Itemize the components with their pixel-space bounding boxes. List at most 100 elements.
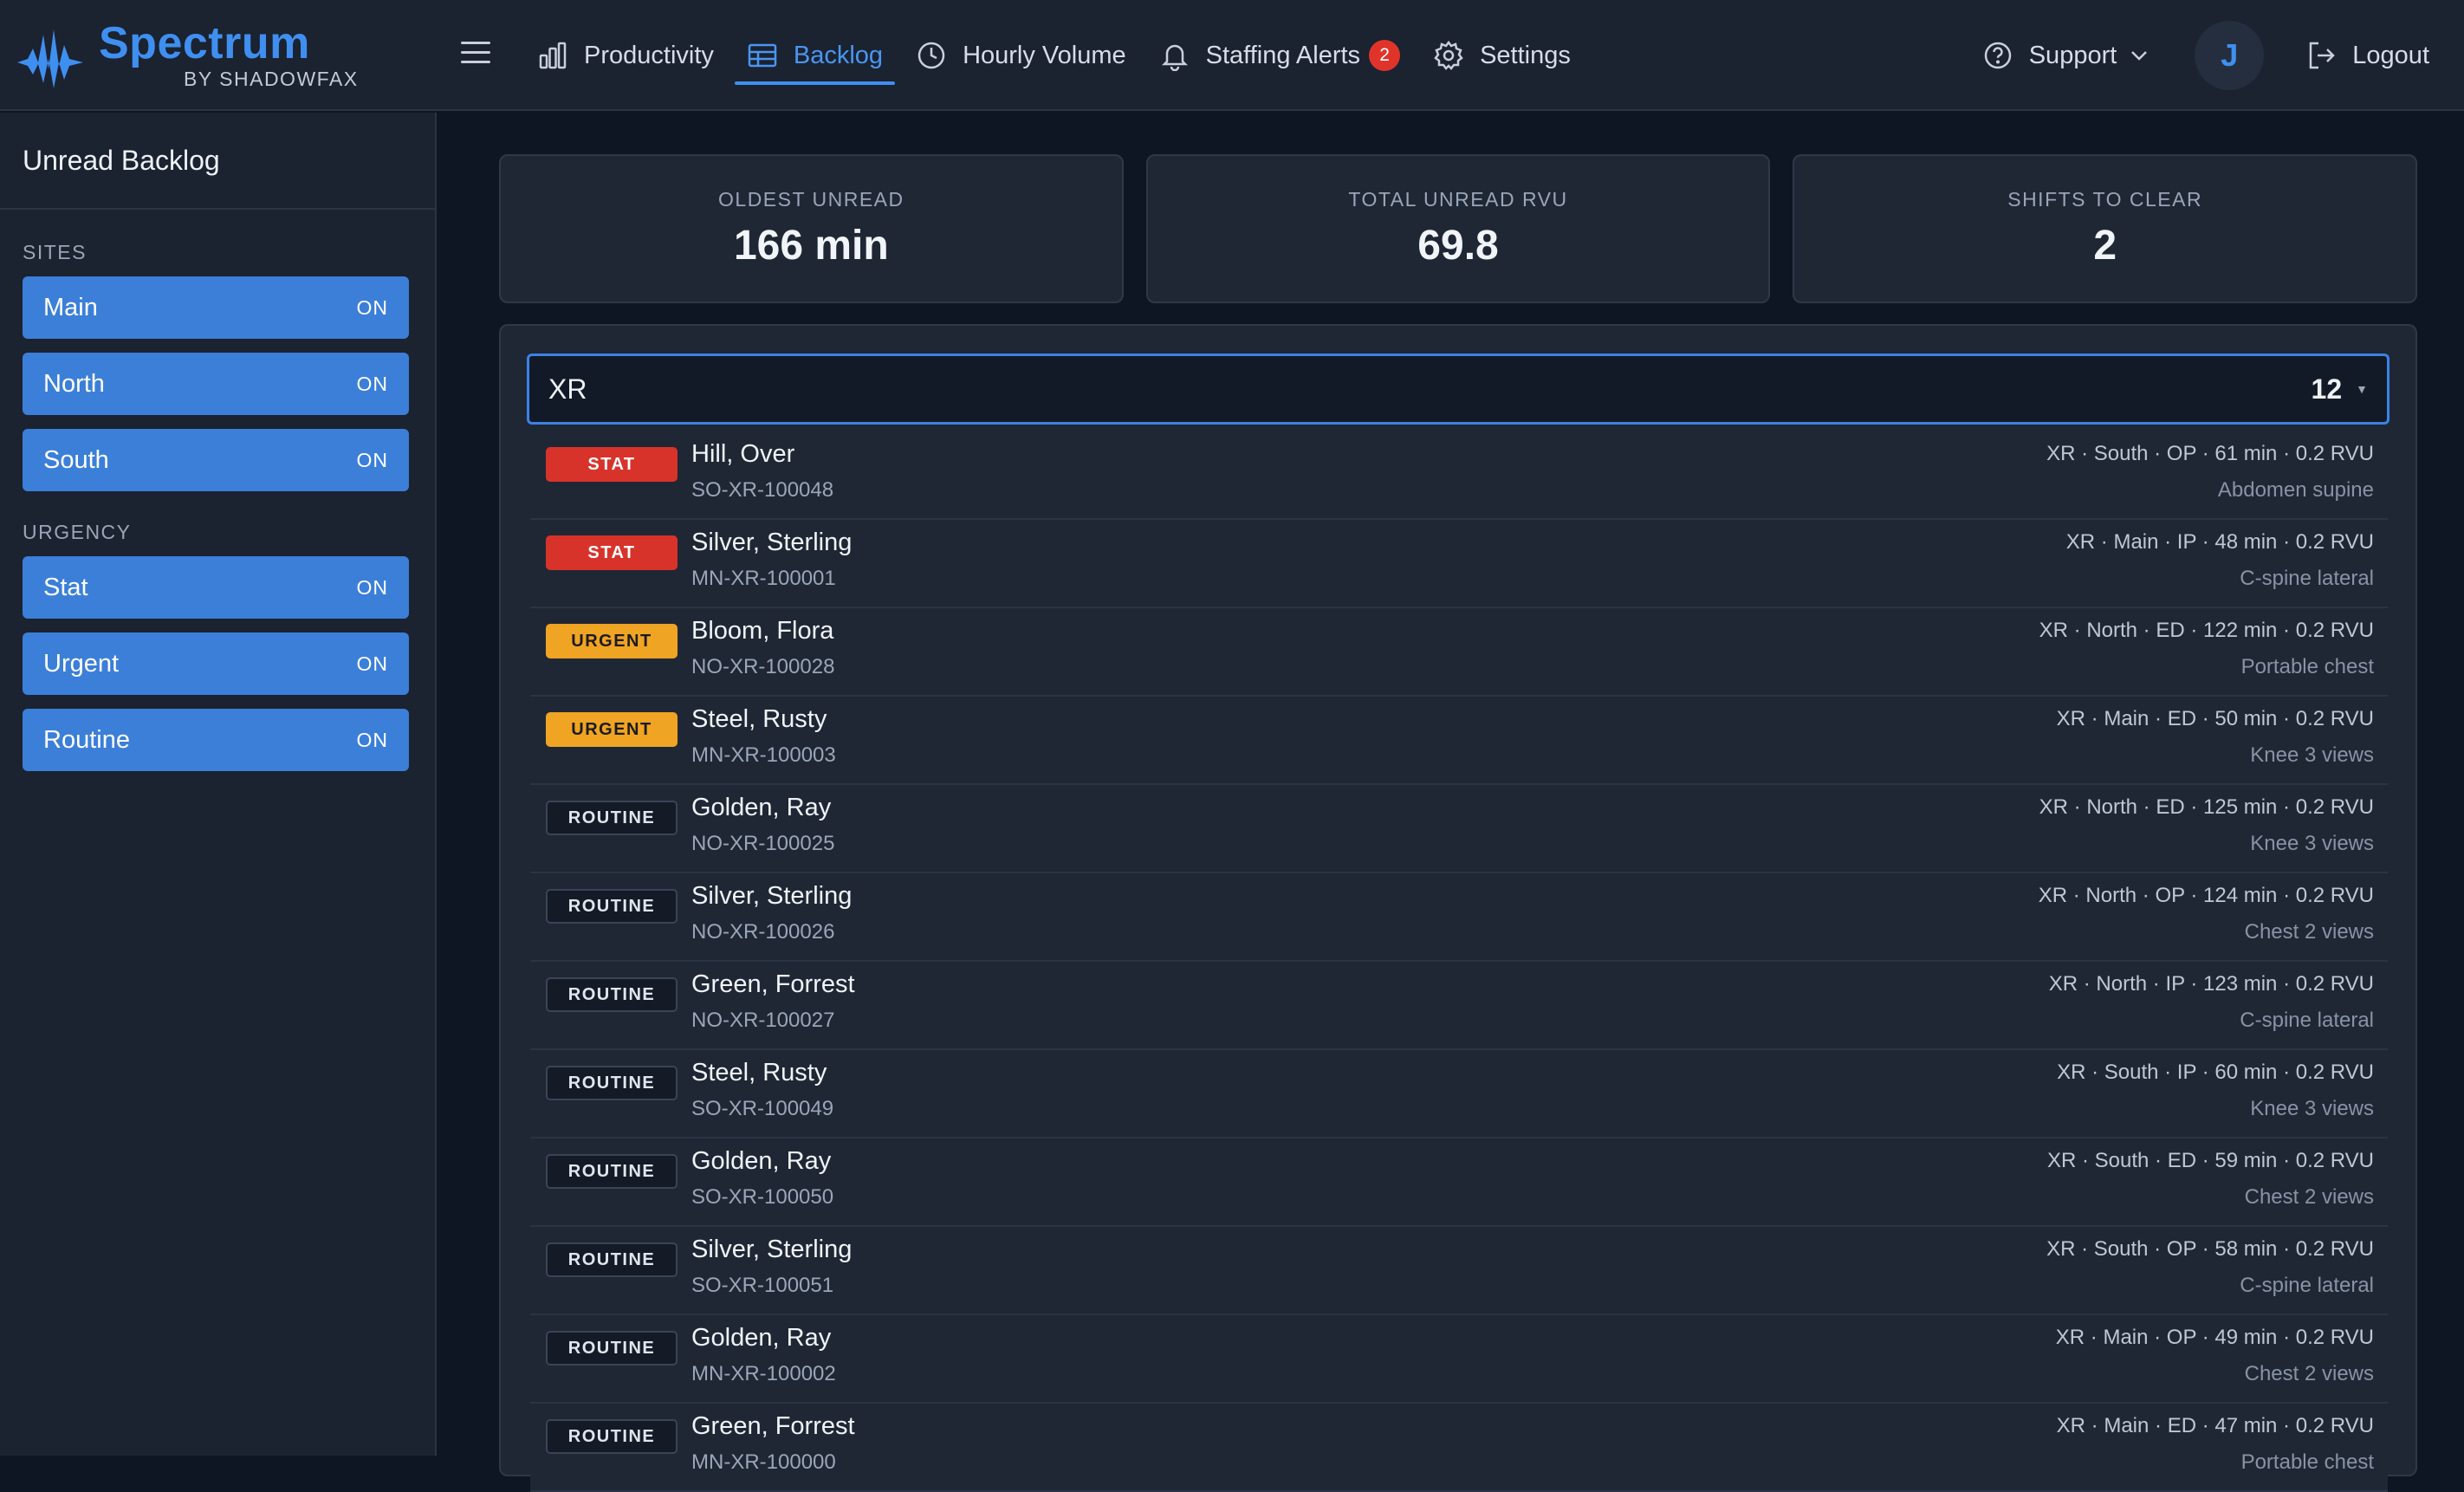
patient-name: Green, Forrest	[691, 1412, 855, 1440]
site-toggle-north[interactable]: North ON	[23, 353, 409, 415]
logout-icon	[2310, 42, 2336, 69]
exam-description: C-spine lateral	[2240, 567, 2374, 590]
stat-card-oldest-unread: OLDEST UNREAD 166 min	[499, 154, 1124, 303]
priority-badge: URGENT	[546, 624, 678, 658]
sidebar-title: Unread Backlog	[0, 113, 435, 210]
exam-meta: XR · South · ED · 59 min · 0.2 RVU	[2046, 1149, 2374, 1172]
urgency-toggle-stat[interactable]: Stat ON	[23, 556, 409, 619]
site-toggle-south[interactable]: South ON	[23, 429, 409, 491]
exam-description: Chest 2 views	[2244, 920, 2374, 944]
priority-badge: ROUTINE	[546, 1154, 678, 1189]
priority-badge: ROUTINE	[546, 977, 678, 1012]
nav-productivity-label: Productivity	[584, 41, 714, 69]
patient-name: Golden, Ray	[691, 1324, 832, 1352]
exam-meta: XR · North · OP · 124 min · 0.2 RVU	[2038, 884, 2374, 907]
nav-backlog-label: Backlog	[793, 41, 884, 69]
priority-badge: ROUTINE	[546, 889, 678, 924]
backlog-panel: XR 12 ▼ STAT Hill, Over SO-XR-100048 XR · S…	[499, 324, 2417, 1492]
spectrum-logo-icon	[17, 29, 83, 88]
stat-value: 2	[2093, 223, 2117, 269]
hamburger-menu-icon[interactable]	[461, 42, 490, 66]
backlog-row[interactable]: ROUTINE Green, Forrest NO-XR-100027 XR · No…	[530, 962, 2388, 1050]
stat-card-total-unread-rvu: TOTAL UNREAD RVU 69.8	[1145, 154, 1771, 303]
accession-id: MN-XR-100002	[691, 1362, 836, 1385]
brand[interactable]: Spectrum BY SHADOWFAX	[16, 16, 362, 95]
modality-select[interactable]: XR 12 ▼	[527, 354, 2389, 425]
backlog-row[interactable]: URGENT Bloom, Flora NO-XR-100028 XR · North…	[530, 608, 2388, 697]
exam-meta: XR · Main · ED · 47 min · 0.2 RVU	[2056, 1414, 2374, 1437]
exam-description: C-spine lateral	[2240, 1274, 2374, 1297]
exam-description: Knee 3 views	[2250, 743, 2374, 767]
site-toggle-state: ON	[356, 372, 388, 395]
exam-meta: XR · Main · IP · 48 min · 0.2 RVU	[2065, 530, 2374, 554]
exam-description: Portable chest	[2240, 655, 2374, 678]
exam-meta: XR · South · OP · 58 min · 0.2 RVU	[2046, 1237, 2374, 1261]
alerts-count-badge: 2	[1369, 40, 1401, 71]
urgency-toggle-state: ON	[356, 728, 388, 751]
backlog-row[interactable]: ROUTINE Golden, Ray NO-XR-100025 XR · North…	[530, 785, 2388, 873]
priority-badge: URGENT	[546, 712, 678, 747]
stat-card-shifts-to-clear: SHIFTS TO CLEAR 2	[1793, 154, 2418, 303]
backlog-row[interactable]: ROUTINE Silver, Sterling NO-XR-100026 XR · …	[530, 873, 2388, 962]
backlog-row[interactable]: STAT Silver, Sterling MN-XR-100001 XR · Mai…	[530, 520, 2388, 608]
gear-icon	[1434, 40, 1463, 70]
urgency-toggle-routine[interactable]: Routine ON	[23, 709, 409, 771]
accession-id: MN-XR-100001	[691, 567, 836, 590]
stat-label: SHIFTS TO CLEAR	[2007, 188, 2203, 211]
user-avatar[interactable]: J	[2195, 21, 2265, 90]
urgency-toggle-state: ON	[356, 575, 388, 599]
exam-meta: XR · North · IP · 123 min · 0.2 RVU	[2048, 972, 2374, 996]
main-nav: Productivity Backlog Hourly Volume Staff…	[525, 0, 1592, 111]
patient-name: Steel, Rusty	[691, 1059, 827, 1087]
exam-description: C-spine lateral	[2240, 1009, 2374, 1032]
exam-description: Knee 3 views	[2250, 1097, 2374, 1120]
nav-settings-label: Settings	[1480, 41, 1571, 69]
clock-icon	[918, 42, 945, 69]
logout-label: Logout	[2352, 41, 2429, 69]
backlog-row[interactable]: URGENT Steel, Rusty MN-XR-100003 XR · Main …	[530, 697, 2388, 785]
exam-meta: XR · Main · ED · 50 min · 0.2 RVU	[2056, 707, 2374, 730]
accession-id: NO-XR-100027	[691, 1009, 835, 1032]
accession-id: NO-XR-100028	[691, 655, 835, 678]
nav-productivity[interactable]: Productivity	[525, 29, 726, 81]
patient-name: Silver, Sterling	[691, 882, 853, 910]
backlog-row[interactable]: ROUTINE Silver, Sterling SO-XR-100051 XR · …	[530, 1227, 2388, 1315]
patient-name: Golden, Ray	[691, 794, 832, 821]
nav-backlog[interactable]: Backlog	[734, 29, 896, 85]
site-toggle-label: South	[43, 445, 109, 474]
patient-name: Hill, Over	[691, 440, 795, 468]
exam-description: Chest 2 views	[2244, 1362, 2374, 1385]
support-dropdown[interactable]: Support	[1982, 40, 2150, 71]
site-toggle-label: North	[43, 369, 105, 398]
bell-icon	[1161, 44, 1188, 71]
stats-row: OLDEST UNREAD 166 min TOTAL UNREAD RVU 6…	[499, 154, 2418, 303]
exam-description: Abdomen supine	[2217, 478, 2374, 502]
urgency-toggle-urgent[interactable]: Urgent ON	[23, 632, 409, 695]
exam-meta: XR · South · IP · 60 min · 0.2 RVU	[2057, 1061, 2374, 1084]
urgency-section-label: URGENCY	[23, 521, 132, 543]
patient-name: Green, Forrest	[691, 970, 855, 998]
urgency-toggle-label: Urgent	[43, 649, 120, 678]
stat-value: 69.8	[1417, 223, 1499, 269]
chevron-down-icon	[2131, 51, 2148, 61]
accession-id: SO-XR-100048	[691, 478, 834, 502]
site-toggle-main[interactable]: Main ON	[23, 276, 409, 339]
backlog-row[interactable]: ROUTINE Steel, Rusty SO-XR-100049 XR · Sout…	[530, 1050, 2388, 1138]
brand-name: Spectrum	[99, 18, 310, 68]
urgency-toggle-label: Routine	[43, 725, 130, 754]
urgency-toggle-state: ON	[356, 652, 388, 675]
nav-staffing-alerts[interactable]: Staffing Alerts 2	[1147, 29, 1412, 81]
priority-badge: STAT	[546, 447, 678, 482]
accession-id: SO-XR-100051	[691, 1274, 834, 1297]
exam-meta: XR · Main · OP · 49 min · 0.2 RVU	[2055, 1326, 2374, 1349]
nav-hourly-volume-label: Hourly Volume	[963, 41, 1126, 69]
backlog-row[interactable]: ROUTINE Golden, Ray MN-XR-100002 XR · Main …	[530, 1315, 2388, 1404]
brand-subtitle: BY SHADOWFAX	[184, 68, 359, 90]
accession-id: SO-XR-100050	[691, 1185, 834, 1209]
nav-hourly-volume[interactable]: Hourly Volume	[904, 29, 1138, 81]
nav-settings[interactable]: Settings	[1421, 29, 1583, 81]
backlog-row[interactable]: STAT Hill, Over SO-XR-100048 XR · South · O…	[530, 431, 2388, 520]
logout-button[interactable]: Logout	[2305, 40, 2429, 71]
backlog-row[interactable]: ROUTINE Green, Forrest MN-XR-100000 XR · Ma…	[530, 1404, 2388, 1492]
backlog-row[interactable]: ROUTINE Golden, Ray SO-XR-100050 XR · South…	[530, 1138, 2388, 1227]
